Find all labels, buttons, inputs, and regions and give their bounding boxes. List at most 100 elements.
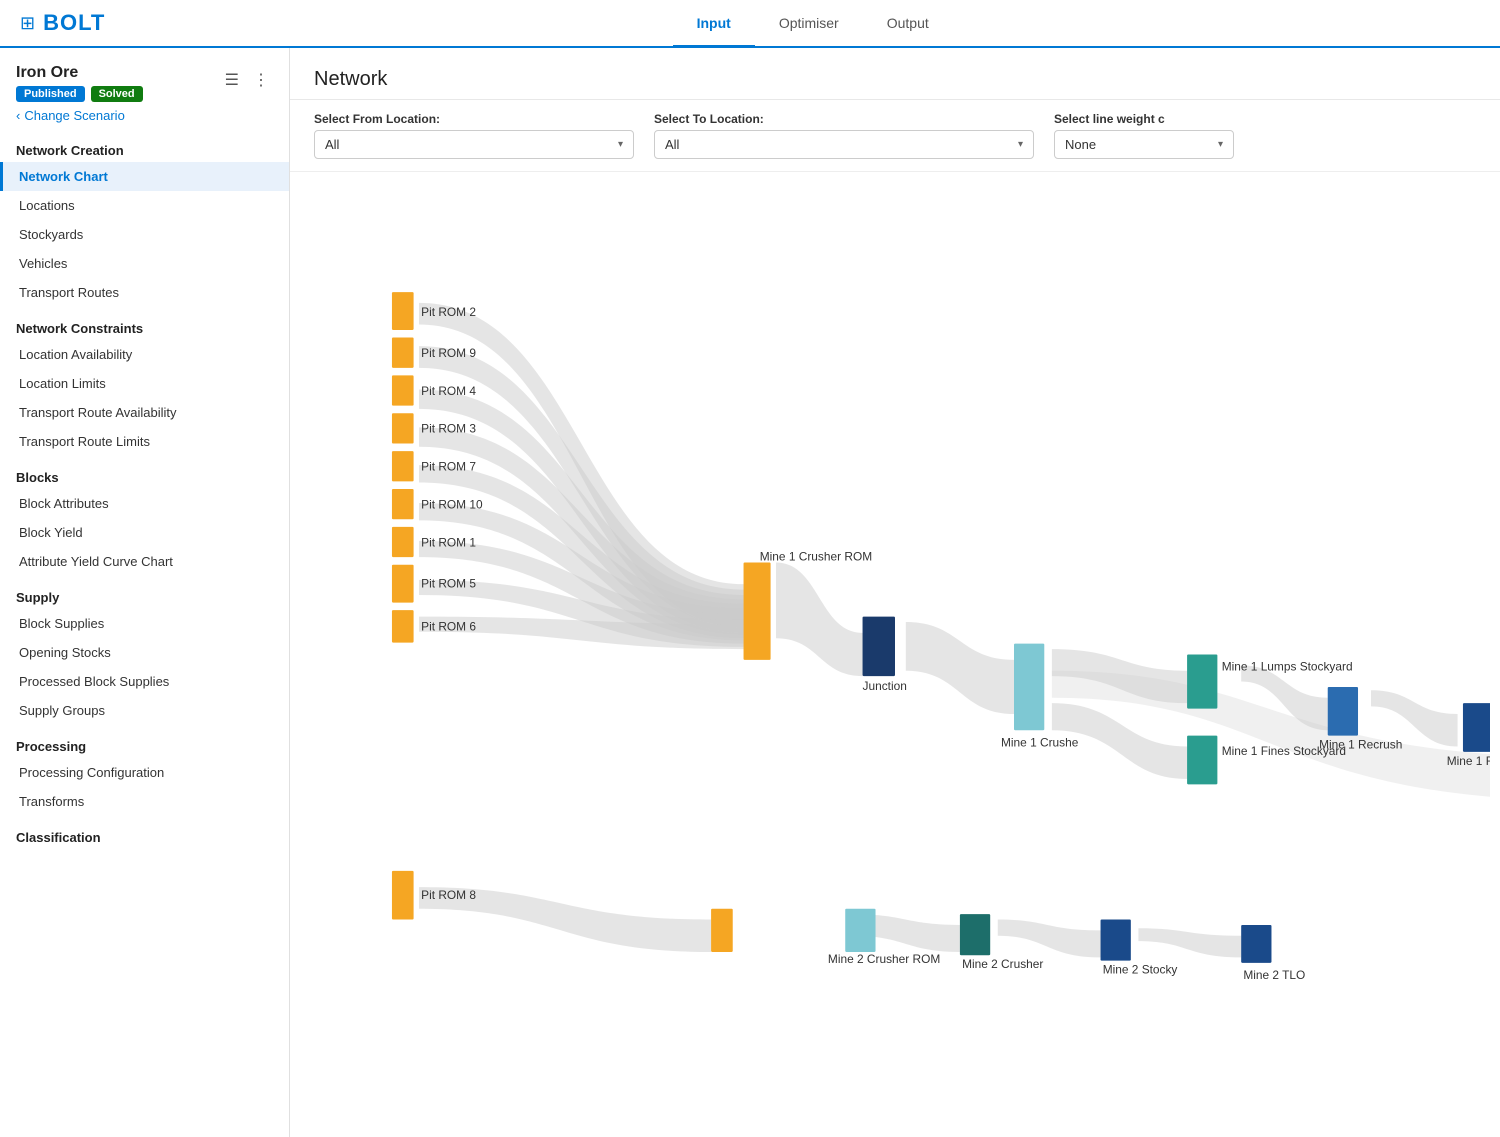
section-blocks: Blocks	[0, 456, 289, 489]
sidebar-item-transport-routes[interactable]: Transport Routes	[0, 278, 289, 307]
section-network-creation: Network Creation	[0, 129, 289, 162]
sidebar-item-processing-configuration[interactable]: Processing Configuration	[0, 758, 289, 787]
section-classification: Classification	[0, 816, 289, 849]
chevron-down-icon-3: ▾	[1218, 139, 1223, 150]
filter-to-value: All	[665, 137, 679, 152]
badge-solved: Solved	[91, 86, 143, 102]
label-pit-rom-2: Pit ROM 2	[421, 305, 476, 319]
filter-weight-select[interactable]: None ▾	[1054, 130, 1234, 159]
sidebar-item-locations[interactable]: Locations	[0, 191, 289, 220]
chevron-down-icon: ▾	[618, 139, 623, 150]
filter-from-group: Select From Location: All ▾	[314, 112, 634, 159]
chevron-down-icon-2: ▾	[1018, 139, 1023, 150]
top-navigation: ⊞ BOLT Input Optimiser Output	[0, 0, 1500, 48]
label-pit-rom-6: Pit ROM 6	[421, 620, 476, 634]
grid-icon: ⊞	[20, 13, 35, 34]
node-pit-rom-7	[392, 451, 414, 481]
node-mine1-recrush-stockyard	[1463, 703, 1490, 752]
node-mine2-crusher-rom	[845, 909, 875, 952]
node-mine1-lumps-stockyard	[1187, 655, 1217, 709]
sidebar-item-location-limits[interactable]: Location Limits	[0, 369, 289, 398]
filter-to-select[interactable]: All ▾	[654, 130, 1034, 159]
sidebar-item-transport-route-limits[interactable]: Transport Route Limits	[0, 427, 289, 456]
filter-from-value: All	[325, 137, 339, 152]
label-mine1-recrush: Mine 1 Recrush	[1319, 738, 1402, 752]
sidebar-item-vehicles[interactable]: Vehicles	[0, 249, 289, 278]
more-options-button[interactable]: ⋮	[249, 68, 273, 92]
filter-from-select[interactable]: All ▾	[314, 130, 634, 159]
node-pit-rom-9	[392, 338, 414, 368]
sidebar-item-transforms[interactable]: Transforms	[0, 787, 289, 816]
label-mine1-crusher-rom: Mine 1 Crusher ROM	[760, 549, 872, 563]
node-pit-rom-10	[392, 489, 414, 519]
node-pit-rom-6	[392, 610, 414, 642]
label-pit-rom-4: Pit ROM 4	[421, 384, 476, 398]
tab-optimiser[interactable]: Optimiser	[755, 1, 863, 48]
content-header: Network	[290, 48, 1500, 100]
project-info: Iron Ore Published Solved ‹ Change Scena…	[16, 64, 143, 125]
node-pit-rom-4	[392, 375, 414, 405]
sidebar-item-block-yield[interactable]: Block Yield	[0, 518, 289, 547]
sidebar-item-network-chart[interactable]: Network Chart	[0, 162, 289, 191]
network-chart-area: Pit ROM 2 Pit ROM 9 Pit ROM 4 Pit ROM 3 …	[290, 172, 1500, 1137]
sidebar-item-opening-stocks[interactable]: Opening Stocks	[0, 638, 289, 667]
label-pit-rom-10: Pit ROM 10	[421, 497, 483, 511]
filter-to-group: Select To Location: All ▾	[654, 112, 1034, 159]
node-mine1-fines-stockyard	[1187, 736, 1217, 785]
flow-crusher-junction	[776, 563, 863, 677]
main-content: Network Select From Location: All ▾ Sele…	[290, 48, 1500, 1137]
filter-weight-group: Select line weight c None ▾	[1054, 112, 1234, 159]
flow-mine2crusher-stockyard	[998, 920, 1101, 958]
label-pit-rom-9: Pit ROM 9	[421, 346, 476, 360]
notes-icon-button[interactable]: ☰	[221, 68, 243, 92]
node-mine2-tlo	[1241, 925, 1271, 963]
node-mine1-crusher	[1014, 644, 1044, 731]
app-logo: ⊞ BOLT	[20, 10, 105, 36]
project-title: Iron Ore	[16, 64, 143, 82]
label-mine2-crusher: Mine 2 Crusher	[962, 957, 1043, 971]
label-mine2-stockyard: Mine 2 Stocky	[1103, 963, 1178, 977]
flow-junction-mine1crusher	[906, 622, 1014, 714]
nav-tabs: Input Optimiser Output	[145, 1, 1480, 46]
change-scenario-label: Change Scenario	[24, 108, 124, 123]
label-junction: Junction	[863, 679, 907, 693]
sidebar-item-block-supplies[interactable]: Block Supplies	[0, 609, 289, 638]
sidebar-header-actions: ☰ ⋮	[221, 68, 273, 92]
section-supply: Supply	[0, 576, 289, 609]
tab-input[interactable]: Input	[673, 1, 755, 48]
filter-to-label: Select To Location:	[654, 112, 1034, 126]
label-mine2-tlo: Mine 2 TLO	[1243, 968, 1305, 982]
node-pit-rom-1	[392, 527, 414, 557]
filters-bar: Select From Location: All ▾ Select To Lo…	[290, 100, 1500, 172]
filter-from-label: Select From Location:	[314, 112, 634, 126]
sidebar-item-stockyards[interactable]: Stockyards	[0, 220, 289, 249]
sidebar-item-location-availability[interactable]: Location Availability	[0, 340, 289, 369]
node-pit-rom-3	[392, 413, 414, 443]
sidebar-header: Iron Ore Published Solved ‹ Change Scena…	[0, 48, 289, 129]
section-processing: Processing	[0, 725, 289, 758]
node-mine1-recrush	[1328, 687, 1358, 736]
node-mine2-stockyard	[1101, 920, 1131, 961]
node-pit-rom-5	[392, 565, 414, 603]
chevron-left-icon: ‹	[16, 108, 20, 123]
node-mine1-crusher-rom	[744, 563, 771, 660]
filter-weight-value: None	[1065, 137, 1096, 152]
label-mine1-recrush-stockyard: Mine 1 Recrush Stockyard	[1447, 754, 1490, 768]
sidebar-item-block-attributes[interactable]: Block Attributes	[0, 489, 289, 518]
node-mine2-crusher-rom-orange	[711, 909, 733, 952]
flow-mine2stockyard-tlo	[1138, 928, 1241, 957]
sidebar-item-supply-groups[interactable]: Supply Groups	[0, 696, 289, 725]
label-mine2-crusher-rom: Mine 2 Crusher ROM	[828, 952, 940, 966]
label-pit-rom-3: Pit ROM 3	[421, 422, 476, 436]
node-mine2-crusher	[960, 914, 990, 955]
sidebar-item-processed-block-supplies[interactable]: Processed Block Supplies	[0, 667, 289, 696]
filter-weight-label: Select line weight c	[1054, 112, 1234, 126]
change-scenario-link[interactable]: ‹ Change Scenario	[16, 106, 143, 125]
sidebar: Iron Ore Published Solved ‹ Change Scena…	[0, 48, 290, 1137]
sidebar-header-row: Iron Ore Published Solved ‹ Change Scena…	[16, 64, 273, 125]
sidebar-item-transport-route-availability[interactable]: Transport Route Availability	[0, 398, 289, 427]
label-pit-rom-7: Pit ROM 7	[421, 460, 476, 474]
label-pit-rom-8: Pit ROM 8	[421, 888, 476, 902]
tab-output[interactable]: Output	[863, 1, 953, 48]
sidebar-item-attribute-yield-curve-chart[interactable]: Attribute Yield Curve Chart	[0, 547, 289, 576]
